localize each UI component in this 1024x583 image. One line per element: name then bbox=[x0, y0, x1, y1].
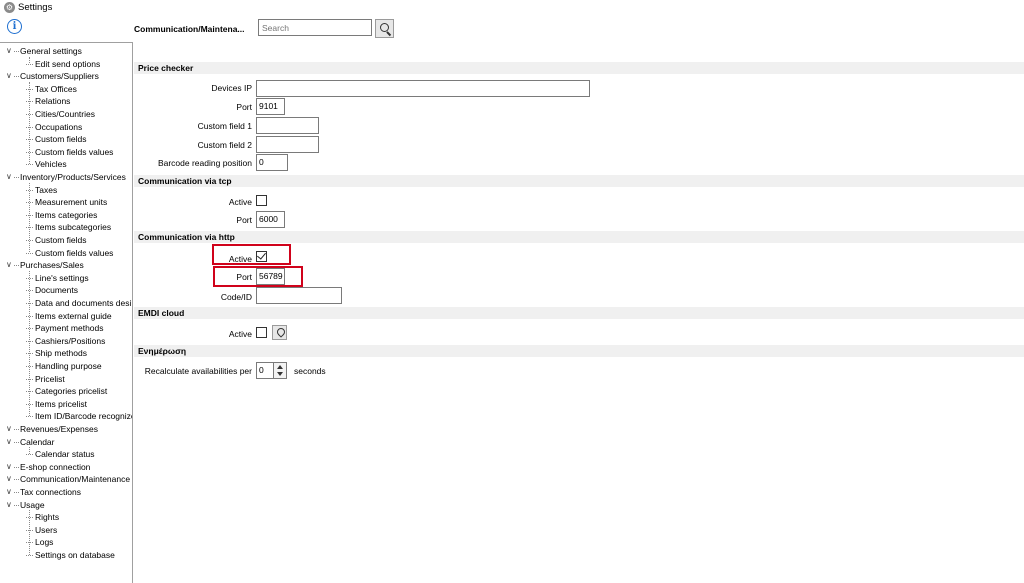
tree-item[interactable]: Rights bbox=[25, 511, 59, 523]
tree-item[interactable]: Custom fields values bbox=[25, 146, 113, 158]
tree-category[interactable]: Purchases/Sales bbox=[6, 259, 84, 271]
emdi-active-label: Active bbox=[228, 329, 252, 339]
tree-item[interactable]: Ship methods bbox=[26, 347, 87, 359]
title-bar: ⚙ Settings bbox=[0, 0, 1024, 15]
tree-connector bbox=[29, 81, 30, 164]
recalculate-label: Recalculate availabilities per bbox=[144, 366, 252, 376]
tree-category[interactable]: Tax connections bbox=[6, 486, 81, 498]
tree-category[interactable]: Calendar bbox=[6, 436, 54, 448]
tcp-active-label: Active bbox=[228, 197, 252, 207]
tree-item[interactable]: Categories pricelist bbox=[25, 385, 107, 397]
tree-item[interactable]: Custom fields values bbox=[25, 247, 113, 259]
tree-category[interactable]: Communication/Maintenance bbox=[6, 473, 130, 485]
tree-item[interactable]: Data and documents desi bbox=[25, 297, 131, 309]
window-title: Settings bbox=[18, 2, 53, 13]
tree-connector bbox=[29, 447, 30, 454]
tree-item[interactable]: Line's settings bbox=[26, 272, 89, 284]
devices-ip-input[interactable] bbox=[256, 80, 590, 97]
settings-tree[interactable]: General settingsEdit send optionsCustome… bbox=[0, 42, 133, 583]
tree-item[interactable]: Settings on database bbox=[26, 549, 115, 561]
tree-category[interactable]: General settings bbox=[6, 45, 82, 57]
search-button[interactable] bbox=[375, 19, 394, 38]
search-input[interactable] bbox=[258, 19, 372, 36]
tree-item[interactable]: Relations bbox=[25, 95, 70, 107]
custom-field-2-label: Custom field 2 bbox=[197, 140, 252, 150]
tree-category[interactable]: Usage bbox=[6, 499, 44, 511]
emdi-active-checkbox[interactable] bbox=[256, 327, 267, 338]
section-header-http: Communication via http bbox=[134, 231, 1024, 243]
tree-category[interactable]: Inventory/Products/Services bbox=[6, 171, 126, 183]
location-pin-icon bbox=[275, 326, 287, 338]
price-checker-port-label: Port bbox=[236, 102, 252, 112]
tree-item[interactable]: Payment methods bbox=[26, 322, 104, 334]
tree-item[interactable]: Occupations bbox=[25, 121, 82, 133]
location-button[interactable] bbox=[272, 325, 287, 340]
tree-item[interactable]: Pricelist bbox=[26, 373, 65, 385]
arrow-down-icon bbox=[277, 372, 283, 376]
recalculate-input[interactable]: 0 bbox=[256, 362, 274, 379]
tree-item[interactable]: Cities/Countries bbox=[26, 108, 95, 120]
barcode-position-input[interactable]: 0 bbox=[256, 154, 288, 171]
tree-item[interactable]: Logs bbox=[25, 536, 53, 548]
tree-connector bbox=[29, 56, 30, 64]
code-id-label: Code/ID bbox=[220, 292, 252, 302]
tcp-active-checkbox[interactable] bbox=[256, 195, 267, 206]
section-header-tcp: Communication via tcp bbox=[134, 175, 1024, 187]
tcp-port-input[interactable]: 6000 bbox=[256, 211, 285, 228]
tree-item[interactable]: Documents bbox=[26, 284, 78, 296]
tree-connector bbox=[29, 182, 30, 253]
settings-gear-icon: ⚙ bbox=[4, 2, 15, 13]
highlight-http-active bbox=[212, 244, 291, 265]
tree-category[interactable]: E-shop connection bbox=[6, 461, 91, 473]
barcode-position-label: Barcode reading position bbox=[157, 158, 252, 168]
tree-connector bbox=[29, 270, 30, 416]
breadcrumb: Communication/Maintena... bbox=[134, 24, 245, 34]
tree-item[interactable]: Taxes bbox=[25, 184, 57, 196]
section-header-update: Ενημέρωση bbox=[134, 345, 1024, 357]
highlight-http-port bbox=[213, 266, 303, 287]
tree-item[interactable]: Items subcategories bbox=[25, 221, 111, 233]
price-checker-port-input[interactable]: 9101 bbox=[256, 98, 285, 115]
tree-connector bbox=[29, 510, 30, 555]
tree-item[interactable]: Users bbox=[25, 524, 57, 536]
tree-item[interactable]: Custom fields bbox=[26, 133, 87, 145]
tree-item[interactable]: Custom fields bbox=[26, 234, 87, 246]
tree-item[interactable]: Tax Offices bbox=[26, 83, 77, 95]
settings-panel: Price checker Devices IP Port 9101 Custo… bbox=[134, 42, 1024, 583]
info-icon[interactable]: i bbox=[7, 19, 22, 34]
custom-field-1-label: Custom field 1 bbox=[197, 121, 252, 131]
tcp-port-label: Port bbox=[236, 215, 252, 225]
tree-item[interactable]: Calendar status bbox=[26, 448, 95, 460]
tree-item[interactable]: Vehicles bbox=[26, 158, 67, 170]
tree-item[interactable]: Item ID/Barcode recognize bbox=[26, 410, 132, 422]
tree-category[interactable]: Revenues/Expenses bbox=[6, 423, 98, 435]
tree-item[interactable]: Handling purpose bbox=[26, 360, 102, 372]
tree-item[interactable]: Cashiers/Positions bbox=[25, 335, 105, 347]
recalculate-unit: seconds bbox=[294, 366, 326, 376]
custom-field-2-input[interactable] bbox=[256, 136, 319, 153]
tree-category[interactable]: Customers/Suppliers bbox=[6, 70, 99, 82]
section-header-emdi-cloud: EMDI cloud bbox=[134, 307, 1024, 319]
custom-field-1-input[interactable] bbox=[256, 117, 319, 134]
devices-ip-label: Devices IP bbox=[211, 83, 252, 93]
arrow-up-icon bbox=[277, 365, 283, 369]
tree-item[interactable]: Items external guide bbox=[26, 310, 112, 322]
tree-item[interactable]: Measurement units bbox=[25, 196, 107, 208]
tree-item[interactable]: Items pricelist bbox=[26, 398, 87, 410]
recalculate-spinner[interactable] bbox=[274, 362, 287, 379]
code-id-input[interactable] bbox=[256, 287, 342, 304]
top-bar: Communication/Maintena... bbox=[134, 18, 1024, 40]
tree-item[interactable]: Edit send options bbox=[25, 58, 100, 70]
tree-item[interactable]: Items categories bbox=[25, 209, 97, 221]
section-header-price-checker: Price checker bbox=[134, 62, 1024, 74]
